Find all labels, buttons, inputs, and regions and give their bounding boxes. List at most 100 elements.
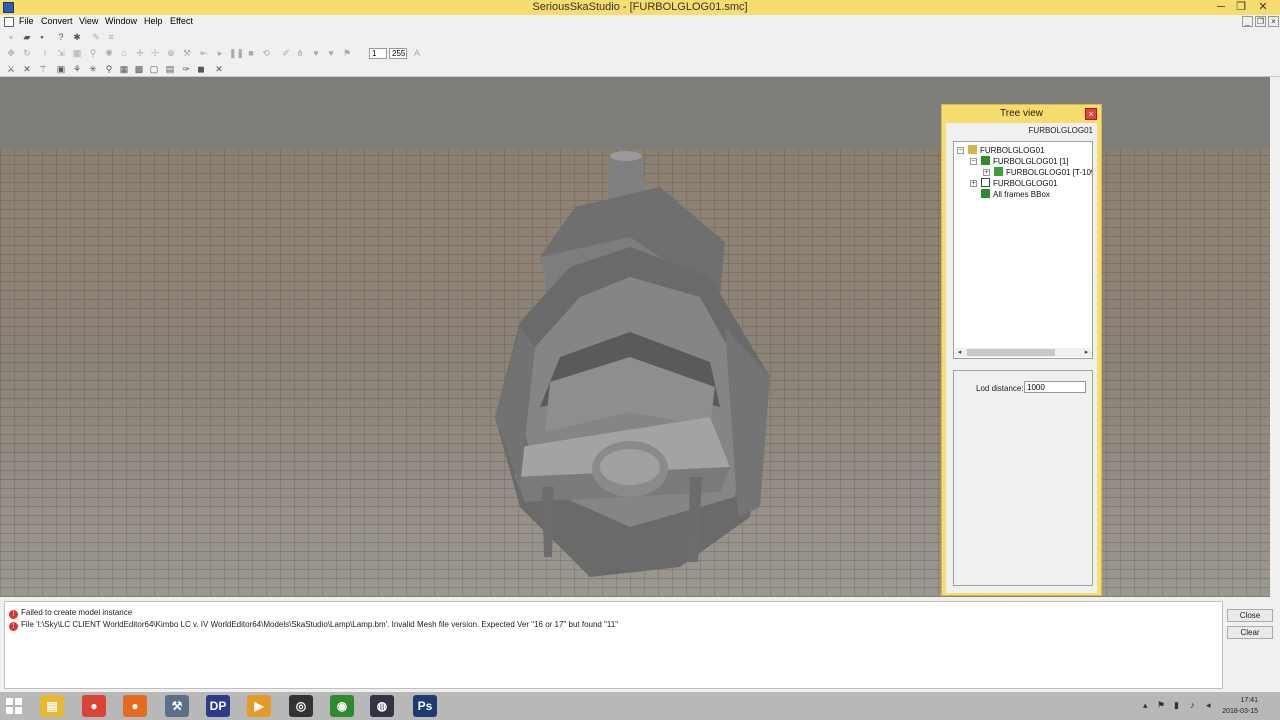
new-file-icon[interactable]: ▫ xyxy=(5,31,17,43)
tray-volume-icon[interactable]: ♪ xyxy=(1190,700,1195,710)
frame-end-field[interactable]: 255 xyxy=(389,48,407,59)
heart-icon[interactable]: ♥ xyxy=(310,47,322,59)
brush-icon[interactable]: ✐ xyxy=(280,47,292,59)
light-icon[interactable]: ✺ xyxy=(103,47,115,59)
tool-cross-icon[interactable]: ✕ xyxy=(21,63,33,75)
firefox-icon[interactable]: ● xyxy=(123,695,147,717)
tree-item-bbox[interactable]: All frames BBox xyxy=(981,189,1050,200)
lod-distance-input[interactable] xyxy=(1024,381,1086,393)
tool-mesh-icon[interactable]: ⚘ xyxy=(71,63,83,75)
tray-speaker-icon[interactable]: ◂ xyxy=(1206,700,1211,711)
tool-image-icon[interactable]: ▤ xyxy=(164,63,176,75)
tree-collapse-icon[interactable]: − xyxy=(970,158,977,165)
pan-icon[interactable]: ☩ xyxy=(149,47,161,59)
skeleton-icon[interactable]: ⚲ xyxy=(87,47,99,59)
tool-icon[interactable]: ⚒ xyxy=(165,695,189,717)
tool-delete-icon[interactable]: ✕ xyxy=(213,63,225,75)
rotate-icon[interactable]: ↻ xyxy=(21,47,33,59)
system-clock[interactable]: 17:41 2018-03-15 xyxy=(1222,695,1258,717)
open-file-icon[interactable]: ▰ xyxy=(21,31,33,43)
mdi-minimize-icon[interactable]: _ xyxy=(1242,16,1253,27)
dp-app-icon[interactable]: DP xyxy=(206,695,230,717)
tree-item-texture[interactable]: FURBOLGLOG01 xyxy=(981,178,1057,189)
heart-alt-icon[interactable]: ♥ xyxy=(325,47,337,59)
frame-start-field[interactable]: 1 xyxy=(369,48,387,59)
grid-icon[interactable]: ▦ xyxy=(71,47,83,59)
tool-pin-icon[interactable]: ⚲ xyxy=(103,63,115,75)
tray-app-icon[interactable]: ⚑ xyxy=(1157,700,1165,711)
green-app-icon[interactable]: ◉ xyxy=(330,695,354,717)
file-explorer-icon[interactable]: ▤ xyxy=(40,695,64,717)
log-line[interactable]: ! File 'I:\Sky\LC CLIENT WorldEditor64\Ki… xyxy=(9,619,618,631)
help-icon[interactable]: ? xyxy=(55,31,67,43)
menu-view[interactable]: View xyxy=(79,16,98,26)
close-log-button[interactable]: Close xyxy=(1227,609,1273,622)
save-icon[interactable]: ▪ xyxy=(36,31,48,43)
obs-icon[interactable]: ◎ xyxy=(289,695,313,717)
photoshop-icon[interactable]: Ps xyxy=(413,695,437,717)
tree-expand-icon[interactable]: + xyxy=(970,180,977,187)
document-icon[interactable] xyxy=(4,17,14,27)
scale-icon[interactable]: ⇲ xyxy=(55,47,67,59)
bone-icon[interactable]: ⟊ xyxy=(39,47,51,59)
tree-horizontal-scrollbar[interactable]: ◂ ▸ xyxy=(955,348,1091,357)
tray-network-icon[interactable]: ▮ xyxy=(1174,700,1179,711)
restore-icon[interactable]: ❐ xyxy=(1231,0,1251,15)
tree-item-root[interactable]: FURBOLGLOG01 xyxy=(968,145,1044,156)
stop-icon[interactable]: ■ xyxy=(245,47,257,59)
edit-icon[interactable]: ✎ xyxy=(90,31,102,43)
axis-icon[interactable]: ✛ xyxy=(134,47,146,59)
pick-icon[interactable]: ⚒ xyxy=(181,47,193,59)
tray-chevron-icon[interactable]: ▴ xyxy=(1143,700,1148,711)
tool-box-icon[interactable]: ▣ xyxy=(55,63,67,75)
scroll-thumb[interactable] xyxy=(967,349,1055,356)
zoom-icon[interactable]: ⊕ xyxy=(165,47,177,59)
windows-start-icon[interactable] xyxy=(6,698,23,715)
play-icon[interactable]: ▸ xyxy=(214,47,226,59)
tool-eyedrop-icon[interactable]: ✑ xyxy=(180,63,192,75)
tool-grid-icon[interactable]: ▦ xyxy=(118,63,130,75)
ska-studio-icon[interactable]: ◍ xyxy=(370,695,394,717)
loop-icon[interactable]: ⟲ xyxy=(260,47,272,59)
mdi-close-icon[interactable]: × xyxy=(1268,16,1279,27)
move-icon[interactable]: ✥ xyxy=(5,47,17,59)
menu-window[interactable]: Window xyxy=(105,16,137,26)
tree-collapse-icon[interactable]: − xyxy=(957,147,964,154)
list-icon[interactable]: ≡ xyxy=(105,31,117,43)
pause-icon[interactable]: ❚❚ xyxy=(229,47,244,59)
tree-item-mesh[interactable]: FURBOLGLOG01 [1] xyxy=(981,156,1069,167)
menu-file[interactable]: File xyxy=(19,16,34,26)
tool-star-icon[interactable]: ✳ xyxy=(87,63,99,75)
scroll-left-icon[interactable]: ◂ xyxy=(955,348,964,357)
menu-convert[interactable]: Convert xyxy=(41,16,73,26)
animation-toolbar: ✥ ↻ ⟊ ⇲ ▦ ⚲ ✺ ⌂ ✛ ☩ ⊕ ⚒ ⇤ ▸ ❚❚ ■ ⟲ ✐ ⋔ ♥… xyxy=(0,45,1280,61)
text-icon[interactable]: A xyxy=(411,47,423,59)
anim-icon[interactable]: ⚑ xyxy=(341,47,353,59)
tool-tile-icon[interactable]: ▩ xyxy=(133,63,145,75)
menu-help[interactable]: Help xyxy=(144,16,163,26)
tree-item-mesh-lod[interactable]: FURBOLGLOG01 [T-1093 xyxy=(994,167,1092,178)
chrome-icon[interactable]: ● xyxy=(82,695,106,717)
tool-frame-icon[interactable]: ▢ xyxy=(148,63,160,75)
menu-effect[interactable]: Effect xyxy=(170,16,193,26)
tree-expand-icon[interactable]: + xyxy=(983,169,990,176)
media-player-icon[interactable]: ▶ xyxy=(247,695,271,717)
vertex-icon[interactable]: ⋔ xyxy=(294,47,306,59)
scroll-right-icon[interactable]: ▸ xyxy=(1082,348,1091,357)
tree-view-close-icon[interactable]: × xyxy=(1085,108,1097,120)
tool-cube-icon[interactable]: ◼ xyxy=(195,63,207,75)
tool-select-icon[interactable]: ⚔ xyxy=(5,63,17,75)
close-icon[interactable]: ✕ xyxy=(1253,0,1273,15)
model-tree[interactable]: − FURBOLGLOG01 − FURBOLGLOG01 [1] + FURB… xyxy=(953,141,1093,359)
context-help-icon[interactable]: ✱ xyxy=(71,31,83,43)
camera-icon[interactable]: ⌂ xyxy=(118,47,130,59)
mdi-restore-icon[interactable]: ❐ xyxy=(1255,16,1266,27)
furbolg-log-model[interactable] xyxy=(480,147,790,577)
minimize-icon[interactable]: ─ xyxy=(1211,0,1231,15)
texture-icon xyxy=(981,178,990,187)
clear-log-button[interactable]: Clear xyxy=(1227,626,1273,639)
tool-wand-icon[interactable]: ⚚ xyxy=(37,63,49,75)
error-log-list[interactable]: ! Failed to create model instance ! File '… xyxy=(4,601,1223,689)
prev-frame-icon[interactable]: ⇤ xyxy=(198,47,210,59)
log-line[interactable]: ! Failed to create model instance xyxy=(9,607,132,619)
